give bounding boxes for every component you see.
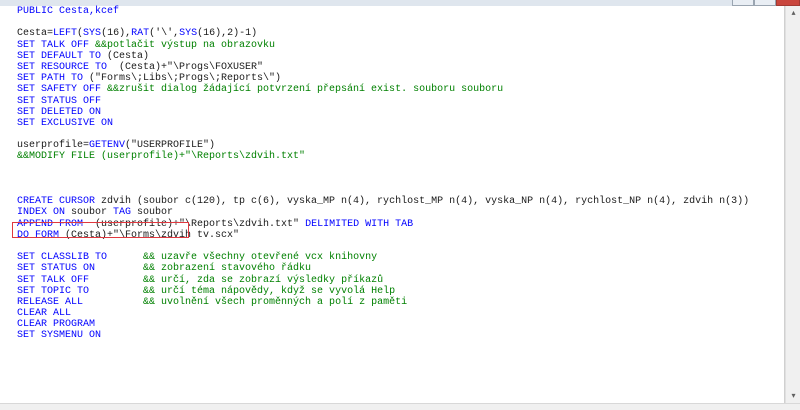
code-line[interactable]: SET STATUS ON && zobrazení stavového řád… [17, 263, 749, 274]
code-line[interactable]: SET CLASSLIB TO && uzavře všechny otevře… [17, 252, 749, 263]
code-comment: &&potlačit výstup na obrazovku [95, 39, 276, 51]
code-keyword: SYS [179, 28, 198, 40]
code-text: Cesta= [17, 28, 54, 40]
code-line[interactable]: SET TOPIC TO && určí téma nápovědy, když… [17, 286, 749, 297]
code-line[interactable]: &&MODIFY FILE (userprofile)+"\Reports\zd… [17, 151, 749, 162]
code-keyword: SET SYSMENU ON [17, 330, 102, 342]
code-text: soubor [137, 207, 174, 219]
code-line[interactable] [17, 129, 749, 140]
code-text: ('\', [149, 28, 180, 40]
code-keyword: INDEX ON [17, 207, 72, 219]
code-keyword: SET TALK OFF [17, 39, 96, 51]
code-line[interactable] [17, 185, 749, 196]
code-line[interactable]: SET SYSMENU ON [17, 330, 749, 341]
code-comment: && určí, zda se zobrazí výsledky příkazů [143, 274, 384, 286]
code-line[interactable]: PUBLIC Cesta,kcef [17, 6, 749, 17]
code-keyword: DELIMITED WITH TAB [305, 218, 414, 230]
code-line[interactable]: SET DELETED ON [17, 107, 749, 118]
code-line[interactable]: CLEAR ALL [17, 308, 749, 319]
code-comment: && uvolnění všech proměnných a polí z pa… [143, 296, 408, 308]
code-keyword: SET DEFAULT TO [17, 50, 108, 62]
code-keyword: SET RESOURCE TO [17, 61, 114, 73]
code-text: (Cesta)+"\Progs\FOXUSER" [113, 61, 264, 73]
code-comment: && zobrazení stavového řádku [143, 263, 312, 275]
code-comment: && určí téma nápovědy, když se vyvolá He… [143, 285, 396, 297]
code-line-highlighted[interactable]: INDEX ON soubor TAG soubor [17, 207, 749, 218]
code-keyword: SET EXCLUSIVE ON [17, 117, 114, 129]
code-text: (Cesta) [107, 50, 150, 62]
code-line[interactable]: SET TALK OFF &&potlačit výstup na obrazo… [17, 40, 749, 51]
code-line[interactable]: CREATE CURSOR zdvih (soubor c(120), tp c… [17, 196, 749, 207]
code-keyword: SET PATH TO [17, 73, 90, 85]
code-line[interactable]: SET PATH TO ("Forms\;Libs\;Progs\;Report… [17, 73, 749, 84]
code-comment: &&zrušit dialog žádající potvrzení přeps… [107, 84, 504, 96]
code-keyword: SYS [83, 28, 102, 40]
highlighted-line-box [12, 222, 189, 238]
code-line[interactable]: Cesta=LEFT(SYS(16),RAT('\',SYS(16),2)-1) [17, 28, 749, 39]
code-keyword: TAG [113, 207, 138, 219]
code-line[interactable]: SET EXCLUSIVE ON [17, 118, 749, 129]
code-text: ("USERPROFILE") [125, 140, 216, 152]
code-keyword: SET STATUS ON [17, 263, 144, 275]
code-editor[interactable]: PUBLIC Cesta,kcef Cesta=LEFT(SYS(16),RAT… [0, 6, 785, 403]
code-keyword: SET DELETED ON [17, 106, 102, 118]
code-line[interactable]: SET SAFETY OFF &&zrušit dialog žádající … [17, 84, 749, 95]
code-line[interactable]: CLEAR PROGRAM [17, 319, 749, 330]
code-line[interactable] [17, 174, 749, 185]
code-keyword: CLEAR PROGRAM [17, 319, 96, 331]
code-line[interactable]: SET DEFAULT TO (Cesta) [17, 51, 749, 62]
code-text: ("Forms\;Libs\;Progs\;Reports\") [89, 73, 282, 85]
code-line[interactable]: SET RESOURCE TO (Cesta)+"\Progs\FOXUSER" [17, 62, 749, 73]
code-keyword: SET TOPIC TO [17, 285, 144, 297]
code-comment: && uzavře všechny otevřené vcx knihovny [143, 252, 378, 264]
code-line[interactable]: userprofile=GETENV("USERPROFILE") [17, 140, 749, 151]
code-keyword: GETENV [89, 140, 126, 152]
code-keyword: SET SAFETY OFF [17, 84, 108, 96]
code-text: userprofile= [17, 140, 90, 152]
code-text: (16),2)-1) [197, 28, 258, 40]
code-keyword: CREATE CURSOR [17, 196, 102, 208]
scroll-down-arrow-icon[interactable]: ▾ [786, 389, 800, 403]
code-text: soubor [71, 207, 114, 219]
code-line[interactable] [17, 241, 749, 252]
code-comment: &&MODIFY FILE (userprofile)+"\Reports\zd… [17, 151, 306, 163]
code-keyword: SET STATUS OFF [17, 95, 102, 107]
code-keyword: SET TALK OFF [17, 274, 144, 286]
code-keyword: RAT [131, 28, 150, 40]
code-keyword: CLEAR ALL [17, 308, 72, 320]
code-text: zdvih (soubor c(120), tp c(6), vyska_MP … [101, 196, 750, 208]
code-text-area[interactable]: PUBLIC Cesta,kcef Cesta=LEFT(SYS(16),RAT… [17, 6, 749, 342]
code-line[interactable]: RELEASE ALL && uvolnění všech proměnných… [17, 297, 749, 308]
code-keyword: LEFT [53, 28, 78, 40]
code-line[interactable]: SET TALK OFF && určí, zda se zobrazí výs… [17, 275, 749, 286]
code-line[interactable] [17, 17, 749, 28]
vertical-scrollbar[interactable]: ▴ ▾ [785, 6, 800, 403]
scroll-up-arrow-icon[interactable]: ▴ [786, 6, 800, 20]
code-keyword: PUBLIC Cesta,kcef [17, 6, 120, 17]
code-text: (16), [101, 28, 132, 40]
code-line[interactable]: SET STATUS OFF [17, 96, 749, 107]
code-keyword: RELEASE ALL [17, 296, 144, 308]
code-keyword: SET CLASSLIB TO [17, 252, 144, 264]
code-line[interactable] [17, 163, 749, 174]
